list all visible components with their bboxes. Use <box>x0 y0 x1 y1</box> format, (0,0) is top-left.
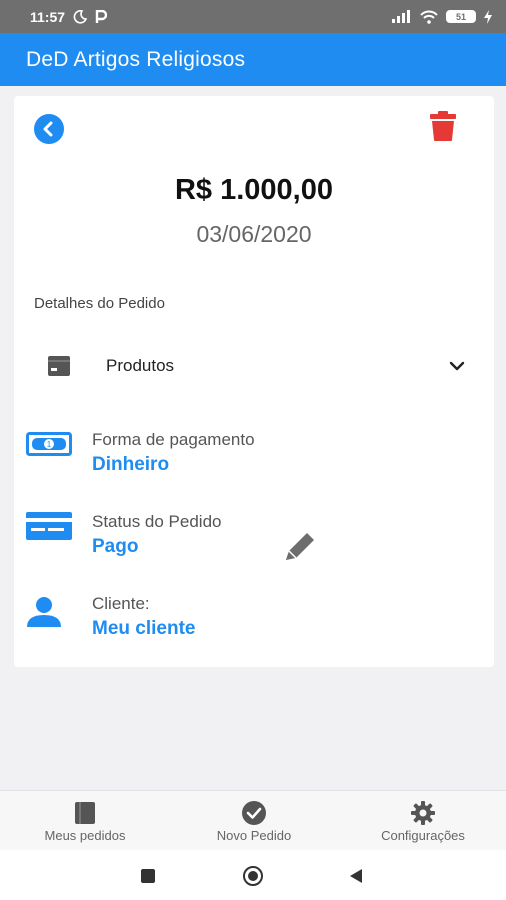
order-date: 03/06/2020 <box>196 221 312 247</box>
signal-icon <box>392 10 410 23</box>
status-time: 11:57 <box>30 8 66 25</box>
bottom-nav: Meus pedidos Novo Pedido Configurações <box>0 790 506 851</box>
order-status-label: Status do Pedido <box>92 512 222 531</box>
home-button[interactable] <box>243 866 263 886</box>
recents-button[interactable] <box>141 869 155 883</box>
battery-icon: 51 <box>446 10 476 23</box>
credit-card-icon <box>26 512 72 540</box>
charging-icon <box>484 9 492 24</box>
products-label: Produtos <box>106 356 175 375</box>
nav-label-novo-pedido: Novo Pedido <box>216 828 292 843</box>
wifi-icon <box>420 10 438 24</box>
nav-item-novo-pedido[interactable]: Novo Pedido <box>204 791 304 851</box>
payment-method-row: 1 Forma de pagamento Dinheiro <box>14 430 494 486</box>
moon-icon <box>73 9 88 24</box>
payment-method-label: Forma de pagamento <box>92 430 255 449</box>
product-box-icon <box>48 356 70 376</box>
book-icon <box>75 802 95 824</box>
check-circle-icon <box>242 801 266 825</box>
client-row: Cliente: Meu cliente <box>14 594 494 650</box>
battery-level: 51 <box>455 11 466 22</box>
status-bar-left: 11:57 <box>30 8 108 25</box>
pencil-icon[interactable] <box>280 530 320 566</box>
order-status-row: Status do Pedido Pago <box>14 512 494 568</box>
trash-icon <box>430 111 456 141</box>
app-title: DeD Artigos Religiosos <box>26 47 246 71</box>
client-value[interactable]: Meu cliente <box>92 618 195 640</box>
delete-button[interactable] <box>428 110 458 142</box>
app-bar: DeD Artigos Religiosos <box>0 33 506 86</box>
order-details-title: Detalhes do Pedido <box>34 295 165 312</box>
nav-label-configuracoes: Configurações <box>381 828 465 843</box>
order-card: R$ 1.000,00 03/06/2020 Detalhes do Pedid… <box>14 96 494 667</box>
back-triangle-icon[interactable] <box>349 868 363 884</box>
parking-icon <box>95 9 108 23</box>
client-label: Cliente: <box>92 594 150 613</box>
system-nav-bar <box>0 850 506 900</box>
nav-item-meus-pedidos[interactable]: Meus pedidos <box>34 791 136 851</box>
chevron-left-icon <box>43 121 53 137</box>
order-status-value: Pago <box>92 536 139 557</box>
back-button[interactable] <box>34 114 64 144</box>
money-icon: 1 <box>26 432 72 456</box>
gear-icon <box>411 801 435 825</box>
svg-text:1: 1 <box>47 440 52 449</box>
order-amount: R$ 1.000,00 <box>174 174 333 206</box>
payment-method-value: Dinheiro <box>92 454 170 475</box>
nav-item-configuracoes[interactable]: Configurações <box>368 791 478 851</box>
person-icon <box>27 597 61 627</box>
products-dropdown[interactable]: Produtos <box>14 346 494 386</box>
chevron-down-icon <box>449 361 465 371</box>
home-dot-icon <box>248 871 258 881</box>
nav-label-meus-pedidos: Meus pedidos <box>44 828 126 843</box>
status-bar: 11:57 51 <box>0 0 506 33</box>
status-bar-right: 51 <box>392 9 492 24</box>
